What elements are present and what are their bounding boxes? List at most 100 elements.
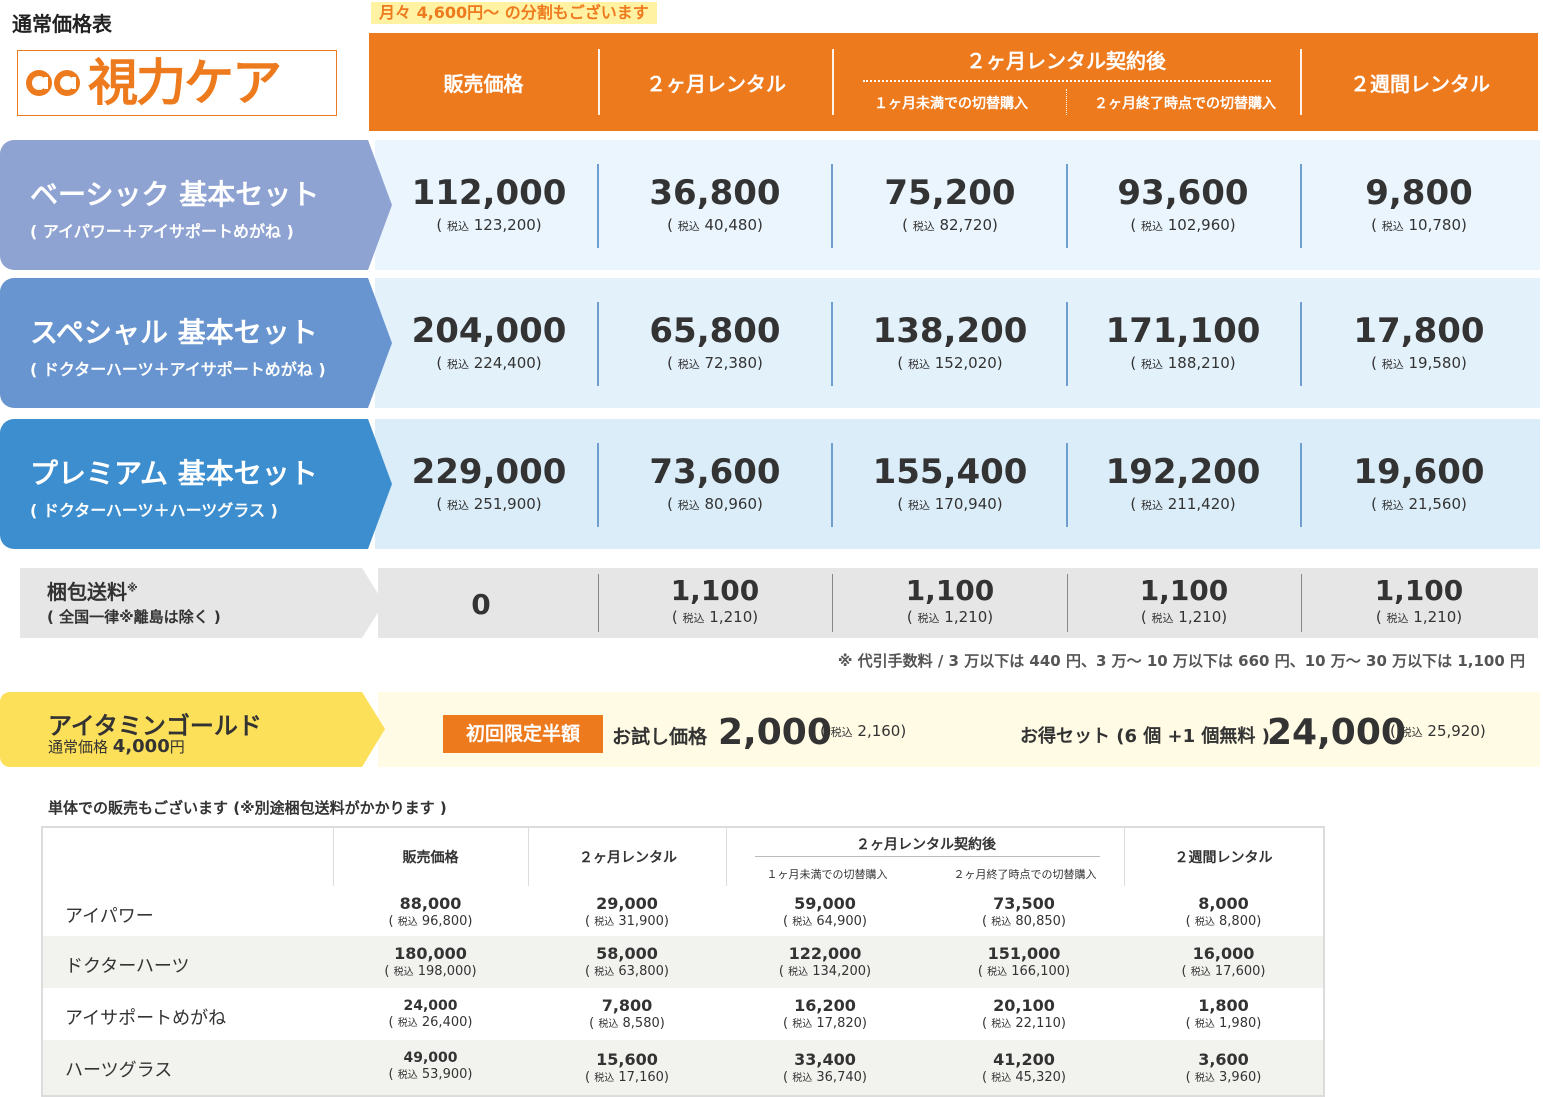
single-price: 73,500 [993, 894, 1055, 913]
set-name: スペシャル 基本セット [30, 316, 318, 349]
tax-prefix: 税込 [598, 1019, 619, 1030]
shipping-cell-two-week-rental: 1,100 ( 税込 1,210) [1302, 568, 1536, 638]
tax-value: 152,020 [934, 354, 997, 372]
single-price: 49,000 [403, 1050, 458, 1066]
tax-value: 17,600 [1214, 964, 1261, 979]
tax-prefix: 税込 [987, 967, 1008, 978]
logo: 視力ケア [17, 50, 337, 116]
tax-prefix: 税込 [397, 1070, 418, 1081]
tax-value: 123,200 [473, 216, 536, 234]
set-name: ベーシック 基本セット [30, 178, 320, 211]
tax-value: 45,320 [1015, 1070, 1061, 1085]
single-tax: ( 税込 26,400) [388, 1015, 473, 1030]
single-product-name: ドクターハーツ [65, 956, 190, 977]
tax-prefix: 税込 [1194, 917, 1215, 928]
tax-prefix: 税込 [397, 917, 418, 928]
tax-value: 26,400 [421, 1015, 468, 1030]
tax-prefix: 税込 [594, 967, 615, 978]
header-sale-price: 販売価格 [443, 71, 524, 96]
tax-value: 72,380 [704, 354, 758, 372]
tax-value: 22,110 [1015, 1016, 1061, 1031]
single-tax: ( 税込 45,320) [982, 1070, 1066, 1085]
set-row-special: スペシャル 基本セット ( ドクターハーツ＋アイサポートめがね ) 204,00… [0, 278, 1543, 408]
cod-fee-note: ※ 代引手数料 / 3 万以下は 440 円、3 万～ 10 万以下は 660 … [837, 652, 1525, 670]
single-tax: ( 税込 22,110) [982, 1016, 1066, 1031]
tax-value: 17,160 [618, 1070, 664, 1085]
single-tax: ( 税込 134,200) [778, 964, 872, 979]
single-table-header: 販売価格 ２ヶ月レンタル ２ヶ月レンタル契約後 １ヶ月未満での切替購入 ２ヶ月終… [43, 828, 1323, 886]
tax-value: 31,900 [618, 914, 664, 929]
tax-prefix: 税込 [1400, 726, 1423, 739]
trial-price-value: 2,000 [718, 712, 832, 753]
single-price: 16,200 [794, 996, 856, 1015]
tax-value: 8,580 [622, 1016, 660, 1031]
single-header-sale-price: 販売価格 [402, 850, 459, 866]
single-cell: 20,100( 税込 22,110) [924, 996, 1124, 1031]
header-dotted-line [863, 80, 1271, 82]
tax-value: 25,920 [1427, 722, 1480, 740]
single-tax: ( 税込 8,800) [1185, 914, 1262, 929]
single-header-after-rental-group: ２ヶ月レンタル契約後 [856, 837, 996, 853]
tax-prefix: 税込 [991, 917, 1012, 928]
single-cell: 41,200( 税込 45,320) [924, 1050, 1124, 1085]
single-product-name: アイサポートめがね [65, 1008, 227, 1029]
single-price: 88,000 [399, 894, 462, 913]
single-header-switch-under-1m: １ヶ月未満での切替購入 [766, 868, 888, 881]
single-cell: 8,000( 税込 8,800) [1124, 894, 1323, 929]
single-cell: 151,000( 税込 166,100) [924, 944, 1124, 979]
gold-regular-label: 通常価格 [48, 738, 109, 756]
tax-value: 1,210 [1413, 608, 1457, 626]
gold-regular-value: 4,000 [112, 736, 170, 757]
single-cell: 33,400( 税込 36,740) [726, 1050, 924, 1085]
header-switch-at-2m-end: ２ヶ月終了時点での切替購入 [1094, 96, 1276, 112]
tax-prefix: 税込 [1140, 220, 1163, 233]
shipping-cell-two-month-rental: 1,100 ( 税込 1,210) [598, 568, 832, 638]
single-tax: ( 税込 64,900) [783, 914, 867, 929]
single-tax: ( 税込 36,740) [783, 1070, 867, 1085]
single-item-price-table: 販売価格 ２ヶ月レンタル ２ヶ月レンタル契約後 １ヶ月未満での切替購入 ２ヶ月終… [41, 826, 1325, 1097]
single-tax: ( 税込 31,900) [585, 914, 669, 929]
tax-value: 17,820 [816, 1016, 862, 1031]
tax-prefix: 税込 [1140, 499, 1163, 512]
tax-prefix: 税込 [1190, 967, 1211, 978]
single-cell: 7,800( 税込 8,580) [528, 996, 726, 1031]
tax-prefix: 税込 [917, 612, 940, 625]
single-tax: ( 税込 17,160) [585, 1070, 669, 1085]
header-switch-under-1m: １ヶ月未満での切替購入 [874, 96, 1028, 112]
tax-value: 1,210 [709, 608, 753, 626]
single-product-name: ハーツグラス [65, 1060, 173, 1081]
single-price: 151,000 [987, 944, 1061, 963]
price-value: 112,000 [411, 173, 567, 213]
tax-included-price: ( 税込 251,900) [436, 495, 542, 513]
set-components: ( ドクターハーツ＋アイサポートめがね ) [30, 360, 326, 379]
single-cell: 180,000( 税込 198,000) [333, 944, 528, 979]
set-row-premium: プレミアム 基本セット ( ドクターハーツ＋ハーツグラス ) 229,000 (… [0, 419, 1543, 549]
tax-value: 10,780 [1408, 216, 1462, 234]
tax-prefix: 税込 [912, 220, 935, 233]
tax-value: 96,800 [421, 914, 468, 929]
tax-value: 134,200 [812, 964, 867, 979]
single-header-group-line [755, 856, 1100, 857]
table-row: ハーツグラス 49,000( 税込 53,900) 15,600( 税込 17,… [43, 1040, 1323, 1095]
tax-prefix: 税込 [446, 499, 469, 512]
tax-included-price: ( 税込 123,200) [436, 216, 542, 234]
tax-included-price: ( 税込 1,210) [1375, 608, 1463, 626]
shipping-price: 1,100 [1139, 574, 1229, 607]
value-set-tax-included-price: ( 税込 25,920) [1390, 722, 1486, 740]
header-two-month-rental: ２ヶ月レンタル [646, 71, 786, 96]
set-components: ( アイパワー＋アイサポートめがね ) [30, 222, 294, 241]
tax-prefix: 税込 [677, 220, 700, 233]
price-value: 75,200 [884, 173, 1016, 213]
single-cell: 16,200( 税込 17,820) [726, 996, 924, 1031]
tax-prefix: 税込 [991, 1073, 1012, 1084]
single-price: 15,600 [596, 1050, 658, 1069]
table-row: アイサポートめがね 24,000( 税込 26,400) 7,800( 税込 8… [43, 988, 1323, 1040]
tax-value: 251,900 [473, 495, 536, 513]
set-label-premium: プレミアム 基本セット ( ドクターハーツ＋ハーツグラス ) [0, 419, 392, 549]
single-cell: 88,000( 税込 96,800) [333, 894, 528, 929]
tax-value: 188,210 [1167, 354, 1230, 372]
single-tax: ( 税込 3,960) [1185, 1070, 1262, 1085]
single-price: 59,000 [794, 894, 856, 913]
single-price: 41,200 [993, 1050, 1055, 1069]
tax-prefix: 税込 [1386, 612, 1409, 625]
